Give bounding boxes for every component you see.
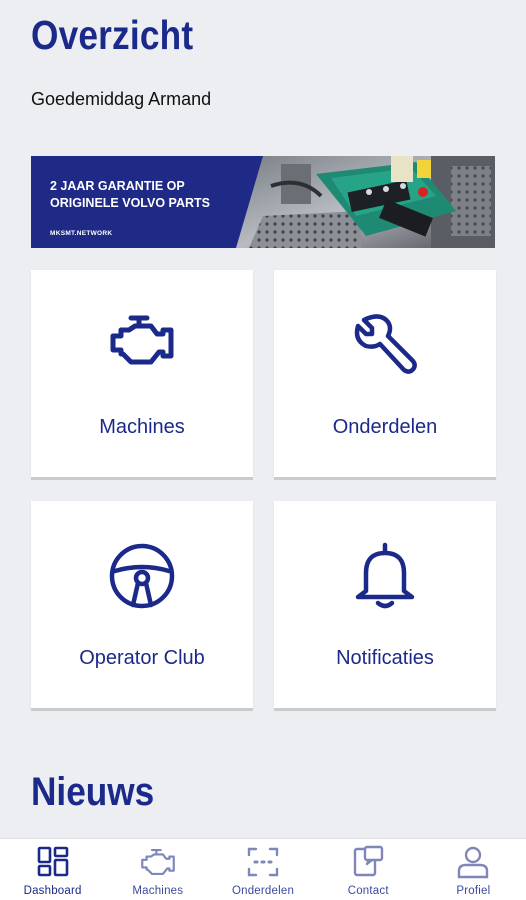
nav-machines[interactable]: Machines	[105, 839, 210, 900]
nav-label: Profiel	[456, 885, 491, 897]
nav-label: Machines	[132, 885, 184, 897]
tile-notificaties[interactable]: Notificaties	[274, 501, 496, 708]
person-icon	[458, 846, 489, 879]
tile-label: Operator Club	[79, 647, 205, 669]
steering-wheel-icon	[109, 543, 175, 609]
bottom-nav: Dashboard Machines Onderdelen Contact Pr…	[0, 838, 526, 900]
banner-headline: 2 JAAR GARANTIE OP ORIGINELE VOLVO PARTS	[50, 179, 210, 210]
nav-profiel[interactable]: Profiel	[421, 839, 526, 900]
dashboard-screen: Overzicht Goedemiddag Armand 2 JAAR GARA…	[0, 0, 526, 900]
page-title: Overzicht	[31, 12, 194, 58]
nav-onderdelen[interactable]: Onderdelen	[210, 839, 315, 900]
contact-icon	[354, 845, 384, 877]
tile-label: Notificaties	[336, 647, 434, 669]
tile-operator-club[interactable]: Operator Club	[31, 501, 253, 708]
banner-url: MKSMT.NETWORK	[50, 230, 113, 237]
nav-dashboard[interactable]: Dashboard	[0, 839, 105, 900]
wrench-icon	[354, 314, 417, 374]
tile-label: Machines	[99, 416, 185, 438]
tile-machines[interactable]: Machines	[31, 270, 253, 477]
tile-label: Onderdelen	[332, 416, 438, 438]
bell-icon	[355, 542, 415, 609]
nav-label: Contact	[347, 885, 389, 897]
promo-banner[interactable]: 2 JAAR GARANTIE OP ORIGINELE VOLVO PARTS…	[31, 156, 495, 248]
nav-contact[interactable]: Contact	[316, 839, 421, 900]
news-title: Nieuws	[31, 770, 155, 814]
scan-icon	[247, 847, 279, 877]
nav-label: Dashboard	[23, 885, 82, 897]
tile-onderdelen[interactable]: Onderdelen	[274, 270, 496, 477]
engine-icon	[110, 315, 174, 365]
engine-icon	[140, 848, 175, 876]
greeting-text: Goedemiddag Armand	[31, 89, 212, 109]
nav-label: Onderdelen	[231, 885, 295, 897]
dashboard-grid-icon	[37, 846, 68, 877]
